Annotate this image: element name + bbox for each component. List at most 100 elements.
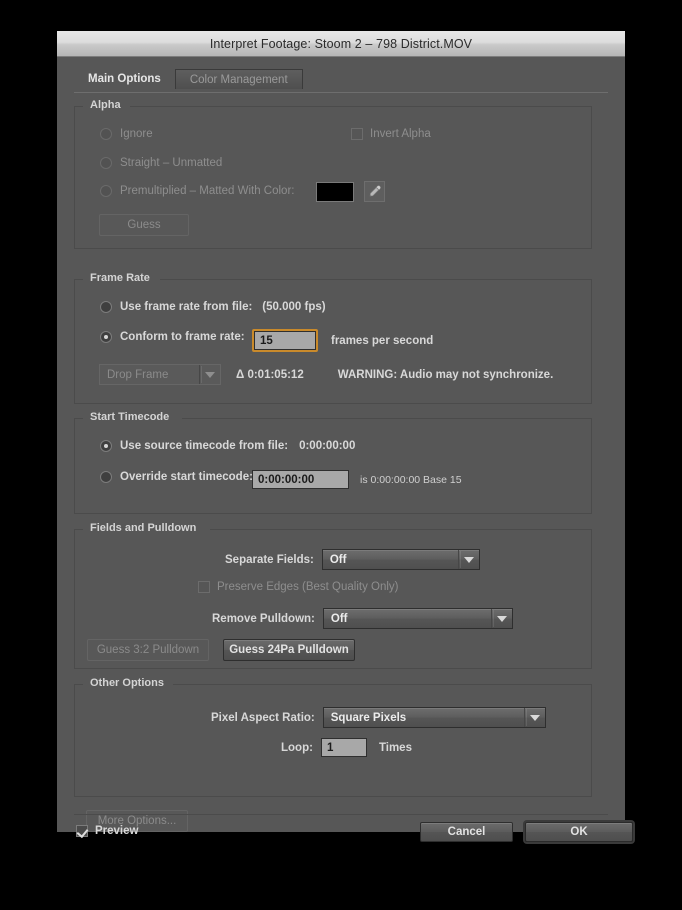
use-frame-rate-from-file-radio[interactable]: [100, 301, 112, 313]
conform-frame-rate-field-wrap: 15 frames per second: [252, 329, 433, 352]
remove-pulldown-select[interactable]: Off: [322, 608, 513, 629]
alpha-ignore-label: Ignore: [120, 128, 153, 140]
alpha-straight-label: Straight – Unmatted: [120, 157, 223, 169]
separate-fields-select[interactable]: Off: [321, 549, 480, 570]
guess-24pa-pulldown-button[interactable]: Guess 24Pa Pulldown: [223, 639, 355, 661]
frame-rate-group: Frame Rate Use frame rate from file: (50…: [74, 272, 592, 404]
use-frame-rate-from-file-option[interactable]: Use frame rate from file: (50.000 fps): [100, 301, 326, 313]
tab-panel-main-options: Alpha Ignore Invert Alpha Straight – Unm…: [74, 92, 608, 832]
frame-rate-legend: Frame Rate: [85, 272, 155, 284]
pixel-aspect-ratio-select[interactable]: Square Pixels: [322, 707, 546, 728]
alpha-straight-radio[interactable]: [100, 157, 112, 169]
remove-pulldown-label: Remove Pulldown:: [212, 612, 315, 625]
pixel-aspect-ratio-row: Pixel Aspect Ratio: Square Pixels: [211, 707, 546, 728]
pixel-aspect-ratio-label: Pixel Aspect Ratio:: [211, 711, 315, 724]
preview-checkbox[interactable]: [76, 825, 88, 837]
conform-frame-rate-radio[interactable]: [100, 331, 112, 343]
frames-per-second-label: frames per second: [331, 334, 434, 347]
drop-frame-select[interactable]: Drop Frame: [99, 364, 221, 385]
override-timecode-note: is 0:00:00:00 Base 15: [360, 473, 462, 486]
alpha-straight-option[interactable]: Straight – Unmatted: [100, 157, 222, 169]
tab-strip: Main Options Color Management: [74, 69, 303, 89]
drop-frame-row: Drop Frame Δ 0:01:05:12 WARNING: Audio m…: [99, 364, 553, 385]
loop-input[interactable]: 1: [320, 738, 367, 757]
conform-frame-rate-focus-ring: 15: [252, 329, 318, 352]
tab-color-management-label: Color Management: [189, 73, 288, 86]
matte-color-chip[interactable]: [316, 182, 354, 202]
file-frame-rate-value: (50.000 fps): [262, 301, 326, 313]
override-timecode-option[interactable]: Override start timecode:: [100, 471, 253, 483]
invert-alpha-option[interactable]: Invert Alpha: [351, 128, 431, 140]
drop-frame-chevron-down-icon[interactable]: [199, 365, 220, 384]
separate-fields-chevron-down-icon[interactable]: [457, 550, 479, 569]
frame-rate-legend-rule: [160, 279, 591, 280]
drop-frame-value: Drop Frame: [107, 368, 169, 381]
override-timecode-label: Override start timecode:: [120, 471, 253, 483]
start-timecode-legend-rule: [182, 418, 591, 419]
conform-frame-rate-option[interactable]: Conform to frame rate:: [100, 331, 245, 343]
frame-rate-warning: WARNING: Audio may not synchronize.: [337, 368, 554, 381]
pixel-aspect-ratio-value: Square Pixels: [330, 711, 407, 724]
use-source-timecode-label: Use source timecode from file:: [120, 440, 289, 452]
invert-alpha-checkbox[interactable]: [351, 128, 363, 140]
loop-label: Loop:: [281, 741, 313, 754]
other-options-legend-rule: [173, 684, 591, 685]
invert-alpha-label: Invert Alpha: [370, 128, 431, 140]
pixel-aspect-ratio-chevron-down-icon[interactable]: [523, 708, 545, 727]
fields-pulldown-group: Fields and Pulldown Separate Fields: Off…: [74, 522, 592, 669]
separate-fields-row: Separate Fields: Off: [225, 549, 480, 570]
override-timecode-field-row: 0:00:00:00 is 0:00:00:00 Base 15: [252, 470, 462, 489]
conform-frame-rate-label: Conform to frame rate:: [120, 331, 245, 343]
alpha-legend: Alpha: [85, 99, 126, 111]
eyedropper-button[interactable]: [364, 181, 385, 202]
override-timecode-input[interactable]: 0:00:00:00: [252, 470, 349, 489]
tab-main-options[interactable]: Main Options: [74, 69, 175, 89]
eyedropper-glyph: [369, 185, 381, 197]
alpha-guess-row: Guess: [99, 214, 189, 236]
alpha-ignore-option[interactable]: Ignore: [100, 128, 153, 140]
alpha-premultiplied-radio[interactable]: [100, 185, 112, 197]
preserve-edges-option[interactable]: Preserve Edges (Best Quality Only): [198, 581, 399, 593]
use-source-timecode-option[interactable]: Use source timecode from file: 0:00:00:0…: [100, 440, 355, 452]
alpha-group: Alpha Ignore Invert Alpha Straight – Unm…: [74, 99, 592, 249]
matte-color-swatch[interactable]: [316, 182, 354, 202]
fields-pulldown-legend-rule: [210, 529, 591, 530]
conform-frame-rate-input[interactable]: 15: [254, 331, 316, 350]
dialog-body: Main Options Color Management Alpha Igno…: [57, 57, 633, 842]
footer-buttons: Cancel OK: [420, 822, 633, 842]
frame-rate-delta-label: Δ 0:01:05:12: [236, 368, 304, 381]
start-timecode-legend: Start Timecode: [85, 411, 175, 423]
ok-button[interactable]: OK: [525, 822, 633, 842]
alpha-ignore-radio[interactable]: [100, 128, 112, 140]
fields-pulldown-legend: Fields and Pulldown: [85, 522, 202, 534]
use-source-timecode-radio[interactable]: [100, 440, 112, 452]
screen: Interpret Footage: Stoom 2 – 798 Distric…: [0, 0, 682, 910]
preserve-edges-checkbox[interactable]: [198, 581, 210, 593]
tab-color-management[interactable]: Color Management: [174, 69, 303, 89]
other-options-group: Other Options Pixel Aspect Ratio: Square…: [74, 677, 592, 797]
interpret-footage-dialog: Interpret Footage: Stoom 2 – 798 Distric…: [57, 31, 633, 842]
preserve-edges-label: Preserve Edges (Best Quality Only): [217, 581, 399, 593]
dialog-title: Interpret Footage: Stoom 2 – 798 Distric…: [209, 36, 473, 51]
footer-divider: [74, 814, 608, 815]
eyedropper-icon[interactable]: [364, 181, 385, 202]
remove-pulldown-chevron-down-icon[interactable]: [490, 609, 512, 628]
source-timecode-value: 0:00:00:00: [299, 440, 356, 452]
pulldown-buttons-row: Guess 3:2 Pulldown Guess 24Pa Pulldown: [87, 639, 355, 661]
loop-times-label: Times: [378, 741, 412, 754]
remove-pulldown-row: Remove Pulldown: Off: [212, 608, 513, 629]
loop-row: Loop: 1 Times: [281, 738, 412, 757]
start-timecode-group: Start Timecode Use source timecode from …: [74, 411, 592, 514]
alpha-legend-rule: [130, 106, 591, 107]
override-timecode-radio[interactable]: [100, 471, 112, 483]
preview-label: Preview: [95, 825, 139, 837]
guess-32-pulldown-button[interactable]: Guess 3:2 Pulldown: [87, 639, 209, 661]
dialog-titlebar[interactable]: Interpret Footage: Stoom 2 – 798 Distric…: [57, 31, 625, 57]
preview-option[interactable]: Preview: [76, 825, 138, 837]
cancel-button[interactable]: Cancel: [420, 822, 513, 842]
alpha-guess-button[interactable]: Guess: [99, 214, 189, 236]
use-frame-rate-from-file-label: Use frame rate from file:: [120, 301, 253, 313]
alpha-premultiplied-label: Premultiplied – Matted With Color:: [120, 185, 295, 197]
separate-fields-value: Off: [329, 553, 347, 566]
alpha-premultiplied-option[interactable]: Premultiplied – Matted With Color:: [100, 185, 294, 197]
